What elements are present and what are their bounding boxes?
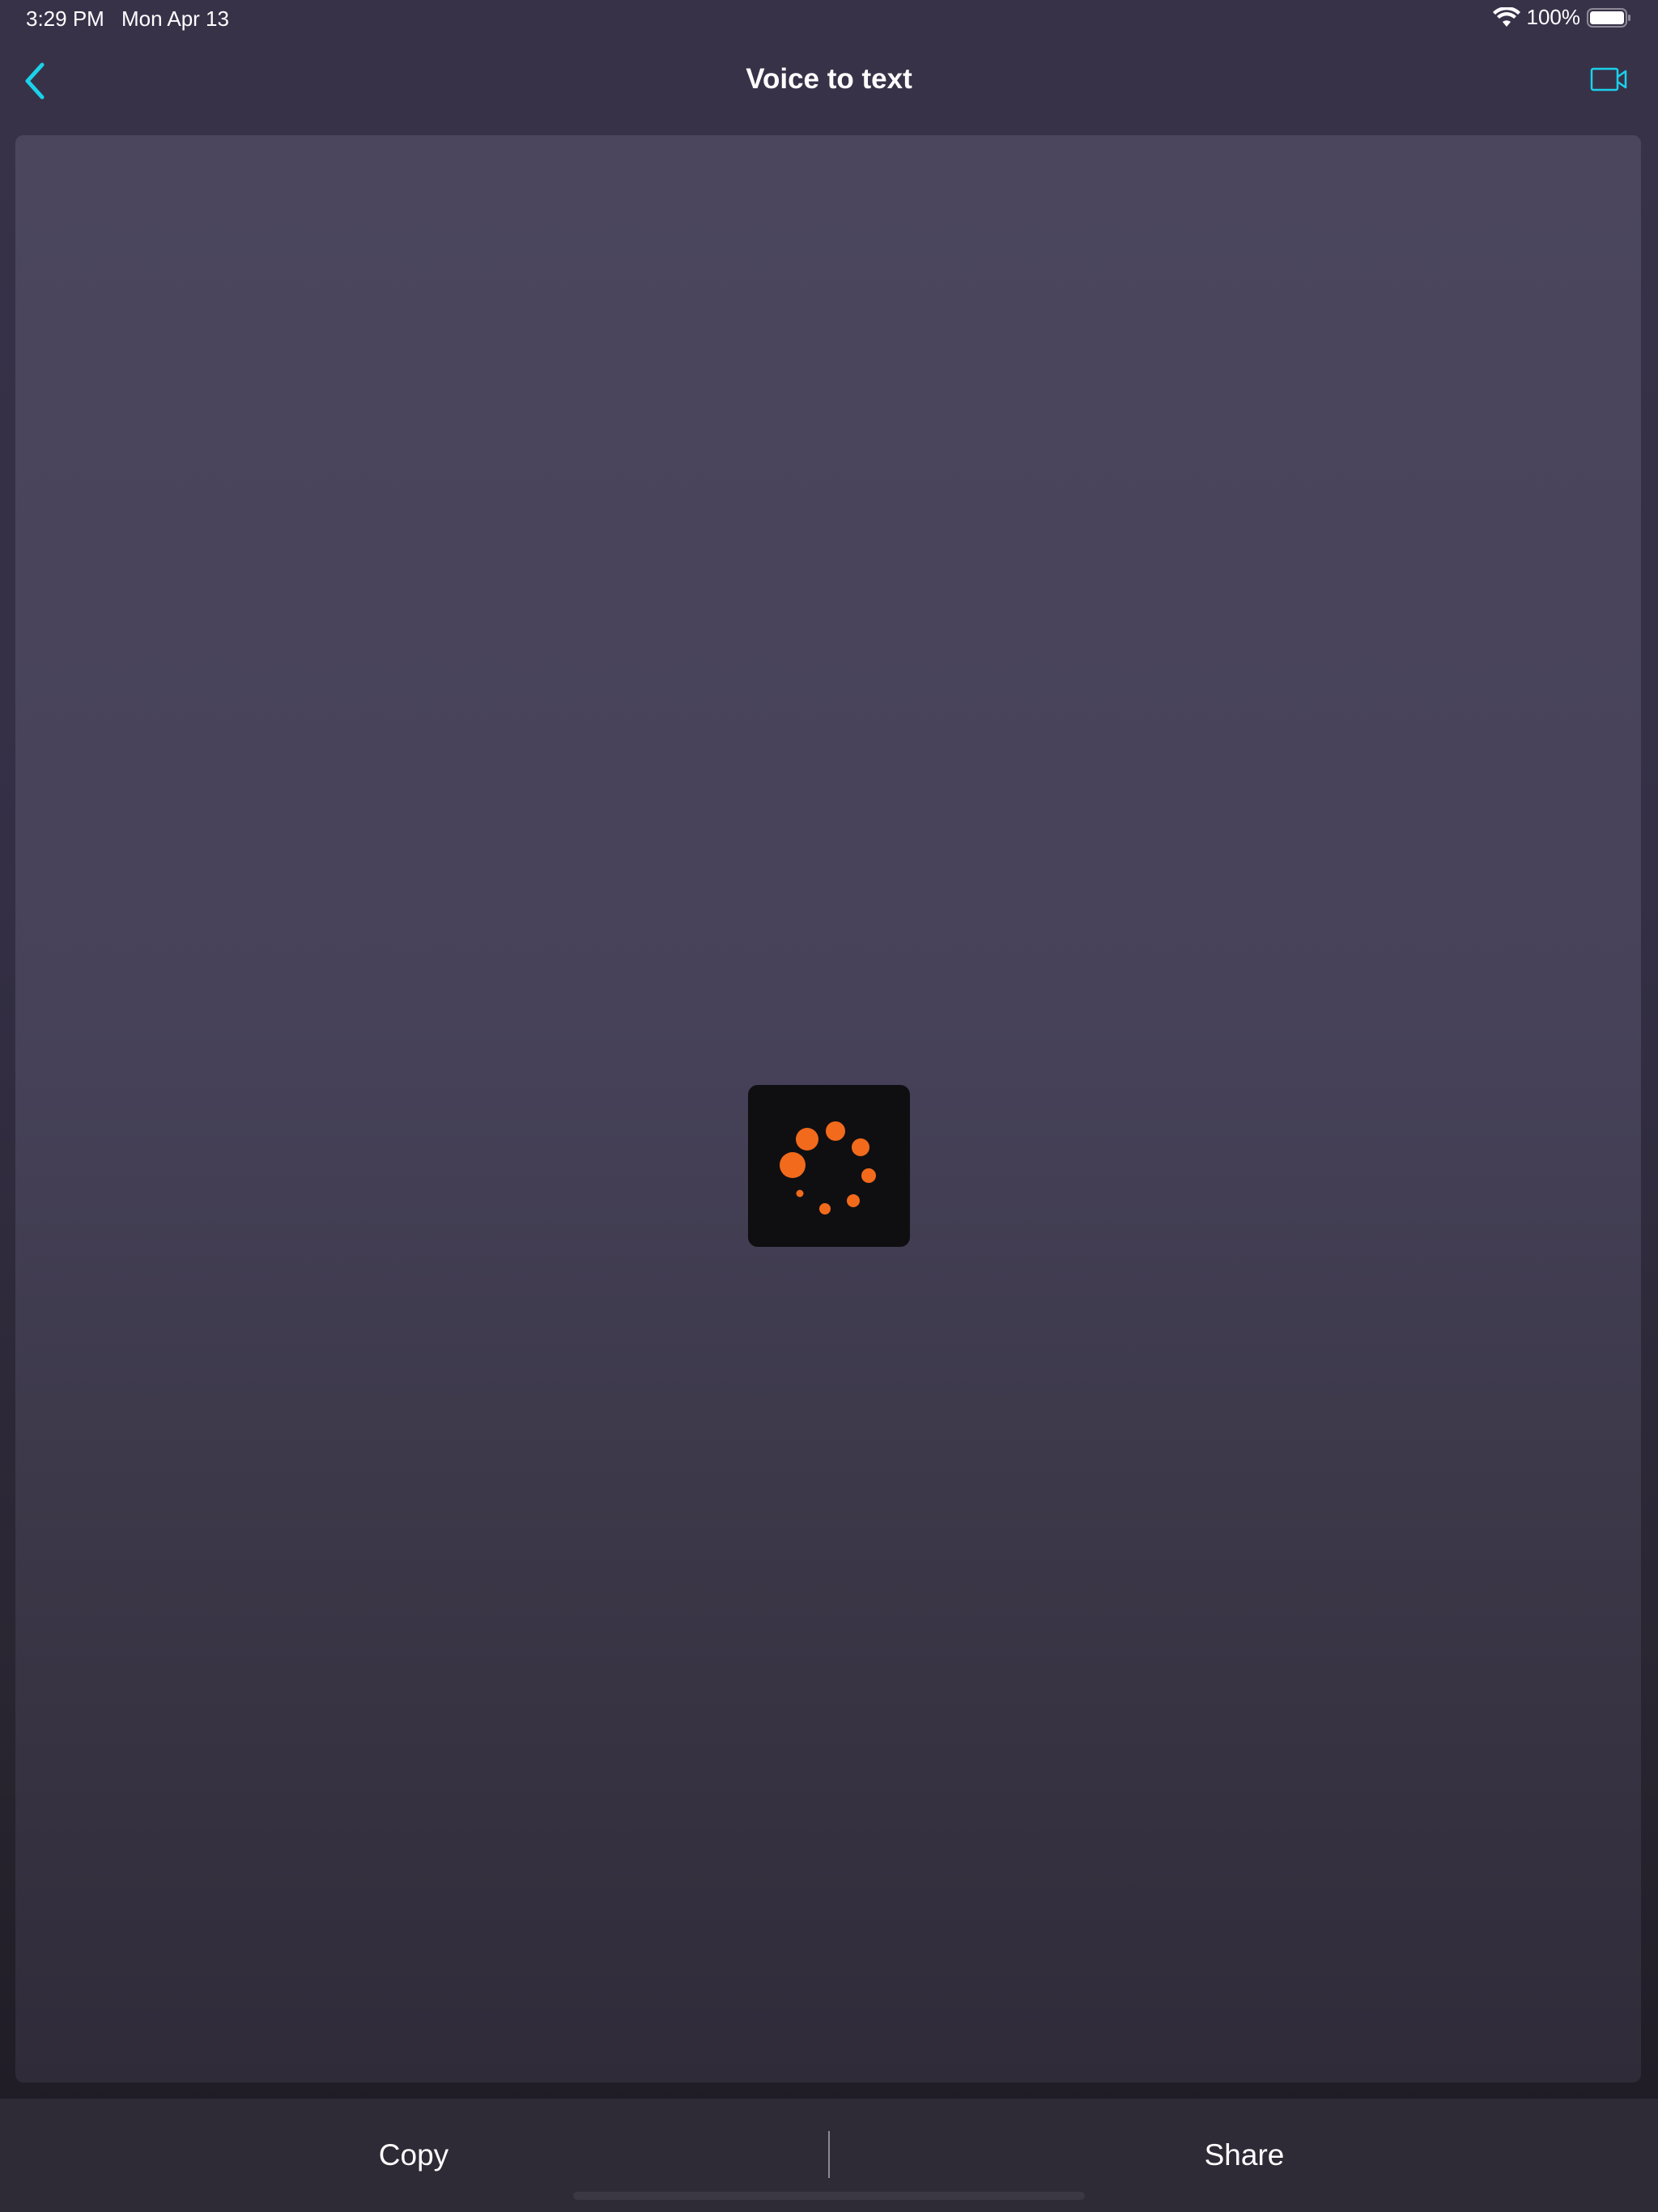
page-title: Voice to text [746,63,912,95]
battery-icon [1587,7,1630,28]
home-indicator[interactable] [573,2192,1085,2200]
status-date: Mon Apr 13 [121,6,229,31]
toolbar-divider [828,2131,830,2178]
status-bar: 3:29 PM Mon Apr 13 100% [0,0,1658,39]
battery-percentage: 100% [1526,5,1581,29]
video-button[interactable] [1590,62,1629,97]
status-time: 3:29 PM [26,6,104,31]
loading-spinner-icon [780,1121,876,1214]
status-indicators: 100% [1492,5,1633,30]
navigation-bar: Voice to text [0,40,1658,121]
wifi-icon [1492,6,1520,27]
video-camera-icon [1590,67,1627,91]
loading-indicator [748,1085,910,1247]
